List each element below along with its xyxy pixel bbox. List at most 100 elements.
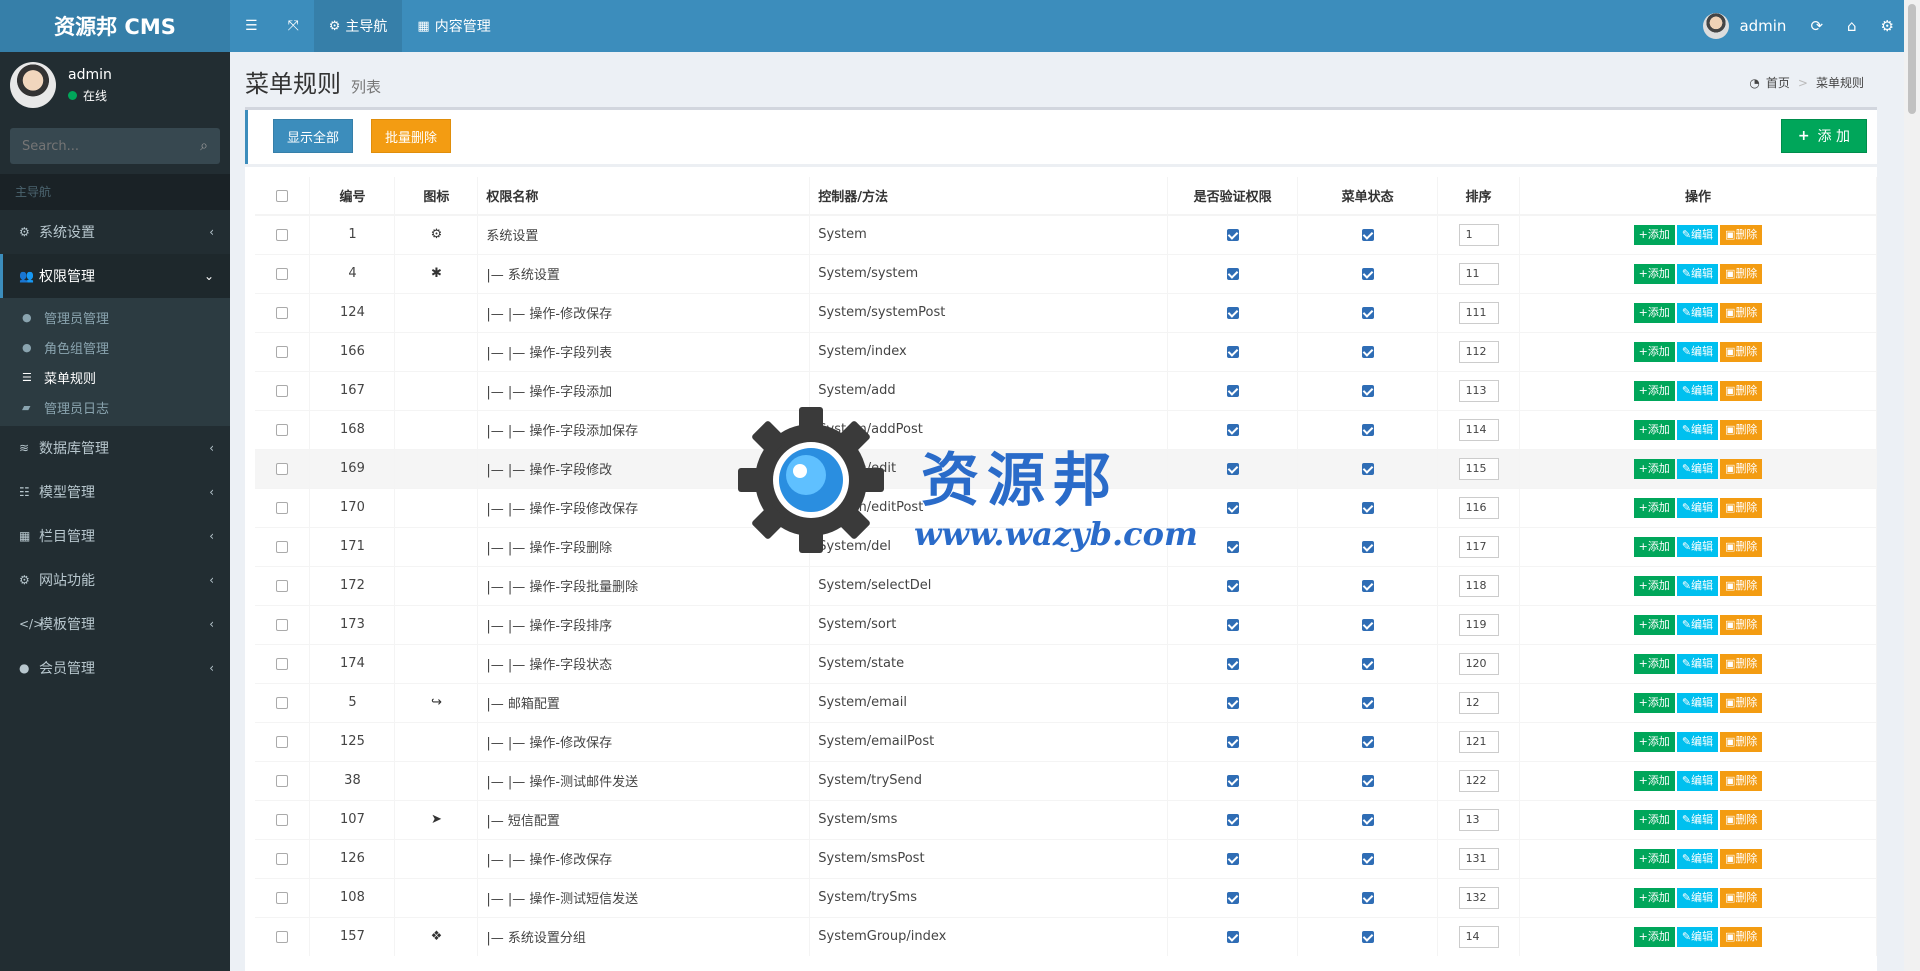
menu-status-checkbox[interactable] [1361,657,1374,670]
sidebar-item-permission[interactable]: 👥 权限管理 ⌄ [0,254,230,298]
row-checkbox[interactable] [276,462,289,475]
add-button[interactable]: + 添 加 [1780,119,1867,153]
auth-checkbox[interactable] [1226,579,1239,592]
row-add-button[interactable]: +添加 [1633,614,1675,635]
sort-input[interactable] [1458,613,1499,636]
menu-status-checkbox[interactable] [1361,774,1374,787]
row-edit-button[interactable]: ✎编辑 [1676,692,1719,713]
row-checkbox[interactable] [276,501,289,514]
row-edit-button[interactable]: ✎编辑 [1676,536,1719,557]
sort-input[interactable] [1458,496,1499,519]
auth-checkbox[interactable] [1226,774,1239,787]
menu-status-checkbox[interactable] [1361,852,1374,865]
settings-button[interactable]: ⚙ [1869,17,1906,35]
scrollbar-thumb[interactable] [1908,4,1916,114]
sidebar-subitem-admin-log[interactable]: ▰ 管理员日志 [0,392,230,422]
home-button[interactable]: ⌂ [1835,17,1869,35]
row-edit-button[interactable]: ✎编辑 [1676,926,1719,947]
row-delete-button[interactable]: ▣删除 [1720,263,1763,284]
tab-content-mgmt[interactable]: ▦ 内容管理 [402,0,505,52]
fullscreen-button[interactable]: ⤧ [273,0,314,52]
row-checkbox[interactable] [276,852,289,865]
auth-checkbox[interactable] [1226,852,1239,865]
row-edit-button[interactable]: ✎编辑 [1676,770,1719,791]
row-delete-button[interactable]: ▣删除 [1720,380,1763,401]
auth-checkbox[interactable] [1226,423,1239,436]
row-checkbox[interactable] [276,618,289,631]
row-checkbox[interactable] [276,345,289,358]
sidebar-subitem-admin[interactable]: ● 管理员管理 [0,302,230,332]
user-menu[interactable]: admin [1691,13,1798,39]
menu-status-checkbox[interactable] [1361,384,1374,397]
menu-status-checkbox[interactable] [1361,735,1374,748]
refresh-button[interactable]: ⟳ [1798,17,1835,35]
row-add-button[interactable]: +添加 [1633,263,1675,284]
menu-status-checkbox[interactable] [1361,579,1374,592]
sort-input[interactable] [1458,418,1499,441]
row-delete-button[interactable]: ▣删除 [1720,731,1763,752]
row-edit-button[interactable]: ✎编辑 [1676,497,1719,518]
row-edit-button[interactable]: ✎编辑 [1676,263,1719,284]
row-add-button[interactable]: +添加 [1633,224,1675,245]
auth-checkbox[interactable] [1226,891,1239,904]
sort-input[interactable] [1458,301,1499,324]
auth-checkbox[interactable] [1226,696,1239,709]
sidebar-item-site-function[interactable]: ⚙ 网站功能 ‹ [0,558,230,602]
row-checkbox[interactable] [276,306,289,319]
row-add-button[interactable]: +添加 [1633,419,1675,440]
row-edit-button[interactable]: ✎编辑 [1676,224,1719,245]
row-add-button[interactable]: +添加 [1633,926,1675,947]
row-checkbox[interactable] [276,813,289,826]
menu-status-checkbox[interactable] [1361,501,1374,514]
row-edit-button[interactable]: ✎编辑 [1676,887,1719,908]
auth-checkbox[interactable] [1226,540,1239,553]
row-delete-button[interactable]: ▣删除 [1720,809,1763,830]
page-scrollbar[interactable] [1904,0,1920,971]
search-input[interactable] [22,138,201,154]
sort-input[interactable] [1458,379,1499,402]
sort-input[interactable] [1458,691,1499,714]
row-add-button[interactable]: +添加 [1633,341,1675,362]
sidebar-toggle-button[interactable]: ☰ [230,0,273,52]
row-add-button[interactable]: +添加 [1633,536,1675,557]
sort-input[interactable] [1458,769,1499,792]
row-checkbox[interactable] [276,696,289,709]
row-add-button[interactable]: +添加 [1633,380,1675,401]
sort-input[interactable] [1458,457,1499,480]
row-delete-button[interactable]: ▣删除 [1720,302,1763,323]
row-checkbox[interactable] [276,657,289,670]
sort-input[interactable] [1458,262,1499,285]
auth-checkbox[interactable] [1226,501,1239,514]
auth-checkbox[interactable] [1226,345,1239,358]
row-add-button[interactable]: +添加 [1633,458,1675,479]
select-all-checkbox[interactable] [276,189,289,202]
sort-input[interactable] [1458,574,1499,597]
auth-checkbox[interactable] [1226,267,1239,280]
auth-checkbox[interactable] [1226,735,1239,748]
row-add-button[interactable]: +添加 [1633,692,1675,713]
row-add-button[interactable]: +添加 [1633,497,1675,518]
show-all-button[interactable]: 显示全部 [273,119,354,153]
row-add-button[interactable]: +添加 [1633,731,1675,752]
row-delete-button[interactable]: ▣删除 [1720,224,1763,245]
menu-status-checkbox[interactable] [1361,345,1374,358]
row-edit-button[interactable]: ✎编辑 [1676,809,1719,830]
menu-status-checkbox[interactable] [1361,462,1374,475]
row-checkbox[interactable] [276,891,289,904]
menu-status-checkbox[interactable] [1361,696,1374,709]
row-edit-button[interactable]: ✎编辑 [1676,380,1719,401]
row-edit-button[interactable]: ✎编辑 [1676,302,1719,323]
menu-status-checkbox[interactable] [1361,267,1374,280]
sidebar-item-database[interactable]: ≋ 数据库管理 ‹ [0,426,230,470]
row-edit-button[interactable]: ✎编辑 [1676,614,1719,635]
row-checkbox[interactable] [276,384,289,397]
row-edit-button[interactable]: ✎编辑 [1676,341,1719,362]
menu-status-checkbox[interactable] [1361,891,1374,904]
row-edit-button[interactable]: ✎编辑 [1676,848,1719,869]
auth-checkbox[interactable] [1226,618,1239,631]
row-delete-button[interactable]: ▣删除 [1720,848,1763,869]
row-checkbox[interactable] [276,228,289,241]
row-delete-button[interactable]: ▣删除 [1720,458,1763,479]
batch-delete-button[interactable]: 批量删除 [371,119,452,153]
row-add-button[interactable]: +添加 [1633,887,1675,908]
